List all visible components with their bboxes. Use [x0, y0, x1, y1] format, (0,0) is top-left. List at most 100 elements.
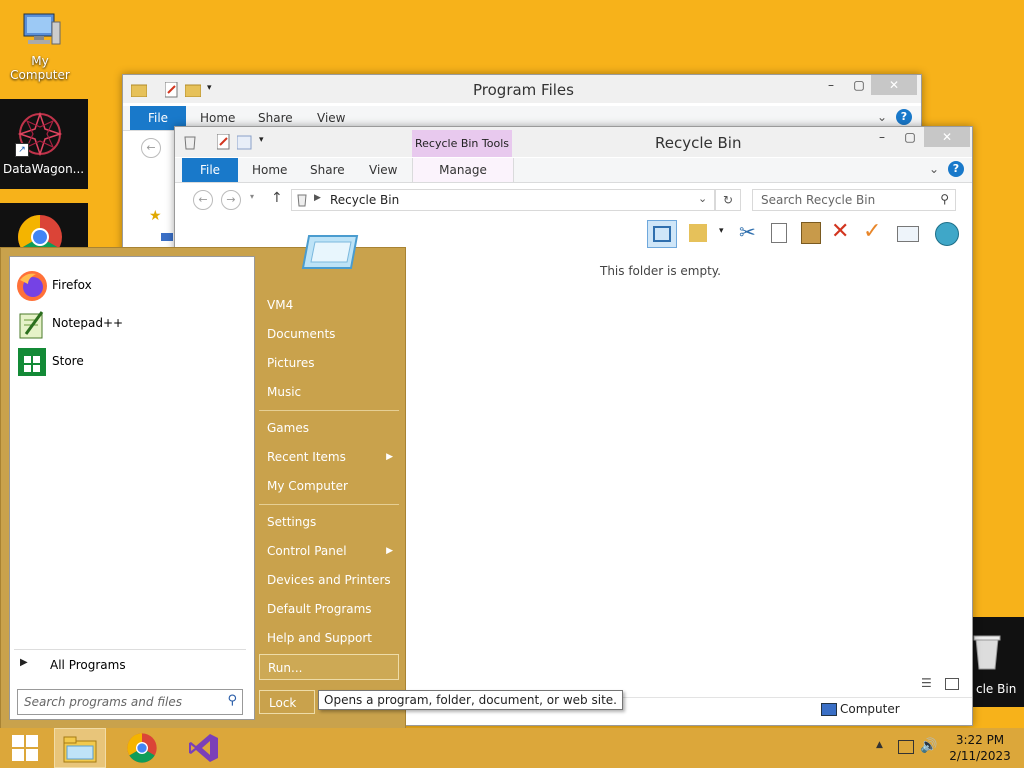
- search-box[interactable]: Search Recycle Bin ⚲: [752, 189, 956, 211]
- delete-icon[interactable]: ✕: [831, 219, 849, 244]
- window-title: Program Files: [473, 81, 574, 99]
- menu-item-recent-items[interactable]: Recent Items ▶: [259, 446, 399, 468]
- menu-item-my-computer[interactable]: My Computer: [259, 475, 399, 497]
- search-input[interactable]: Search Recycle Bin: [761, 193, 875, 207]
- taskbar-visual-studio[interactable]: [178, 728, 230, 768]
- quick-access-item[interactable]: ★: [149, 208, 162, 224]
- notepad-plus-plus-icon: [19, 311, 44, 339]
- properties-icon[interactable]: [165, 82, 179, 98]
- tab-manage[interactable]: Manage: [412, 158, 514, 182]
- menu-item-help-support[interactable]: Help and Support: [259, 627, 399, 649]
- taskbar-chrome[interactable]: [116, 728, 168, 768]
- new-folder-icon[interactable]: [237, 134, 253, 150]
- clock[interactable]: 3:22 PM 2/11/2023: [942, 732, 1018, 764]
- desktop-icon-recycle-bin[interactable]: cle Bin: [972, 617, 1024, 707]
- menu-item-vm4[interactable]: VM4: [259, 294, 399, 316]
- all-programs-label: All Programs: [50, 658, 126, 672]
- title-bar[interactable]: ▾ Recycle Bin Tools Recycle Bin – ▢ ✕: [175, 127, 972, 157]
- breadcrumb[interactable]: Recycle Bin: [330, 193, 399, 207]
- title-bar[interactable]: ▾ Program Files – ▢ ✕: [123, 75, 921, 103]
- copy-icon[interactable]: [771, 223, 787, 243]
- program-firefox[interactable]: Firefox: [16, 269, 248, 303]
- menu-item-documents[interactable]: Documents: [259, 323, 399, 345]
- select-folder-icon[interactable]: [689, 224, 707, 242]
- toolbar: ▾ ✂ ✕ ✓: [645, 218, 965, 250]
- start-button[interactable]: [0, 728, 52, 768]
- lock-button[interactable]: Lock: [259, 690, 315, 714]
- run-tooltip: Opens a program, folder, document, or we…: [318, 690, 623, 710]
- back-button[interactable]: ←: [193, 190, 213, 210]
- maximize-button[interactable]: ▢: [896, 127, 924, 147]
- paste-icon[interactable]: [801, 222, 821, 244]
- desktop-icon-chrome[interactable]: [0, 203, 88, 259]
- preview-pane-icon[interactable]: [647, 220, 677, 248]
- menu-item-games[interactable]: Games: [259, 417, 399, 439]
- chevron-down-icon[interactable]: ▾: [719, 226, 724, 236]
- context-tab-group: Recycle Bin Tools: [412, 130, 512, 157]
- address-bar[interactable]: ▶ Recycle Bin ⌄: [291, 189, 715, 211]
- minimize-button[interactable]: –: [817, 75, 845, 95]
- chevron-down-icon[interactable]: ⌄: [929, 162, 939, 176]
- search-icon[interactable]: ⚲: [227, 693, 237, 708]
- refresh-button[interactable]: ↻: [715, 189, 741, 211]
- tab-share[interactable]: Share: [310, 158, 345, 182]
- menu-item-run[interactable]: Run...: [259, 654, 399, 680]
- minimize-button[interactable]: –: [868, 127, 896, 147]
- program-store[interactable]: Store: [16, 345, 248, 379]
- all-programs-button[interactable]: ▶ All Programs: [16, 655, 246, 675]
- chevron-down-icon[interactable]: ⌄: [877, 110, 887, 124]
- desktop-icon-my-computer[interactable]: My Computer: [0, 8, 80, 82]
- desktop-icon-label: My Computer: [10, 54, 70, 82]
- windows-logo-icon: [12, 735, 38, 761]
- customize-toolbar-icon[interactable]: ▾: [207, 83, 212, 93]
- program-label: Firefox: [52, 278, 92, 292]
- desktop-icon-datawagon[interactable]: ↗ DataWagon...: [0, 99, 88, 189]
- tab-home[interactable]: Home: [252, 158, 287, 182]
- checkmark-icon[interactable]: ✓: [863, 219, 881, 244]
- forward-button[interactable]: →: [221, 190, 241, 210]
- close-button[interactable]: ✕: [924, 127, 970, 147]
- rename-icon[interactable]: [897, 226, 919, 242]
- menu-item-music[interactable]: Music: [259, 381, 399, 403]
- volume-icon[interactable]: 🔊: [920, 738, 937, 754]
- visual-studio-icon: [189, 734, 218, 762]
- clock-time: 3:22 PM: [955, 733, 1005, 747]
- chevron-down-icon[interactable]: ⌄: [698, 192, 707, 205]
- menu-item-settings[interactable]: Settings: [259, 511, 399, 533]
- globe-icon[interactable]: [935, 222, 959, 246]
- large-icons-view-icon[interactable]: [945, 678, 959, 690]
- cut-icon[interactable]: ✂: [739, 220, 756, 244]
- maximize-button[interactable]: ▢: [845, 75, 873, 95]
- search-icon[interactable]: ⚲: [940, 192, 949, 206]
- search-programs-box[interactable]: Search programs and files ⚲: [17, 689, 243, 715]
- start-menu-programs-pane: Firefox Notepad++ Store ▶ All Programs S…: [9, 256, 255, 720]
- tab-view[interactable]: View: [369, 158, 397, 182]
- show-hidden-icons-icon[interactable]: ▲: [876, 740, 883, 750]
- menu-item-default-programs[interactable]: Default Programs: [259, 598, 399, 620]
- taskbar-file-explorer[interactable]: [54, 728, 106, 768]
- desktop-icon-label: cle Bin: [976, 682, 1017, 696]
- customize-toolbar-icon[interactable]: ▾: [259, 135, 264, 145]
- clock-date: 2/11/2023: [949, 749, 1011, 763]
- up-arrow-icon[interactable]: ↑: [271, 190, 283, 206]
- start-menu: Firefox Notepad++ Store ▶ All Programs S…: [0, 235, 406, 729]
- back-button[interactable]: ←: [141, 138, 161, 158]
- tab-file[interactable]: File: [182, 158, 238, 182]
- menu-item-devices-printers[interactable]: Devices and Printers: [259, 569, 399, 591]
- menu-item-pictures[interactable]: Pictures: [259, 352, 399, 374]
- details-view-icon[interactable]: ☰: [921, 676, 932, 690]
- chevron-right-icon: ▶: [386, 452, 393, 462]
- program-notepad-plus-plus[interactable]: Notepad++: [16, 307, 248, 341]
- computer-icon: [821, 703, 837, 716]
- menu-item-control-panel[interactable]: Control Panel ▶: [259, 540, 399, 562]
- help-icon[interactable]: ?: [948, 161, 964, 177]
- quick-access-item[interactable]: [161, 233, 173, 241]
- network-icon[interactable]: [898, 740, 914, 754]
- menu-separator: [259, 504, 399, 505]
- properties-icon[interactable]: [217, 134, 231, 150]
- close-button[interactable]: ✕: [871, 75, 917, 95]
- new-folder-icon[interactable]: [185, 83, 201, 97]
- search-input[interactable]: Search programs and files: [24, 695, 182, 709]
- recent-locations-icon[interactable]: ▾: [250, 192, 254, 201]
- help-icon[interactable]: ?: [896, 109, 912, 125]
